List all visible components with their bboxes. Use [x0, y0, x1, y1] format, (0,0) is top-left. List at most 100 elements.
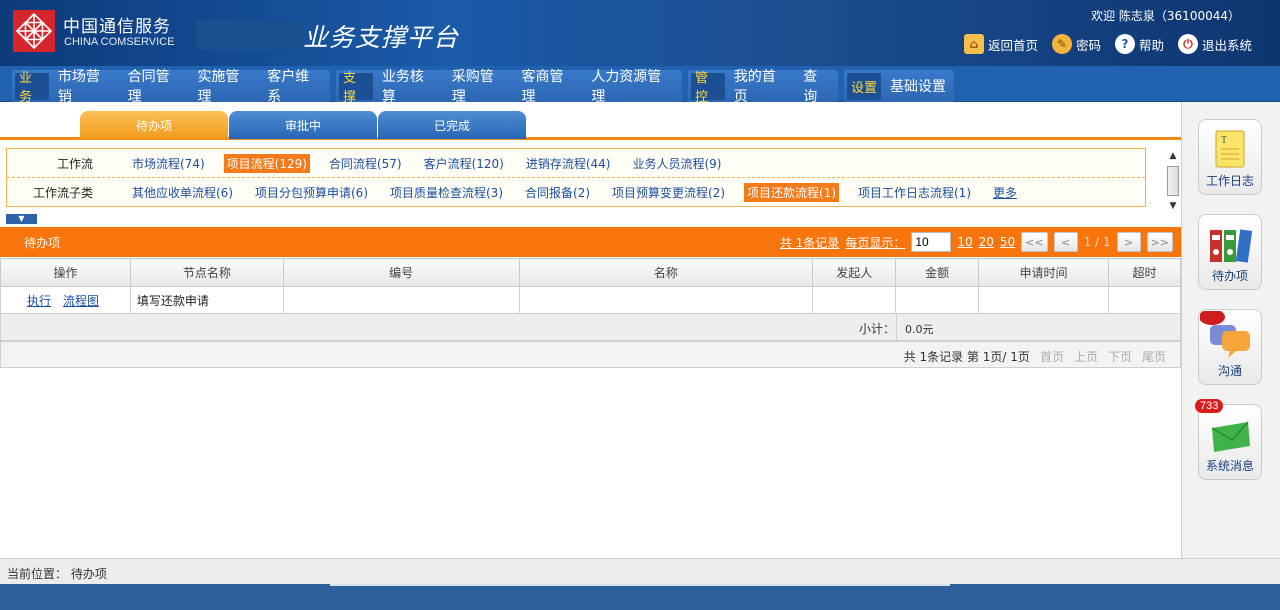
sidebar-label-pending: 待办项: [1211, 269, 1248, 283]
power-icon: ⏻: [1177, 34, 1198, 54]
flowchart-link[interactable]: 流程图: [63, 294, 99, 308]
col-header-apply-time[interactable]: 申请时间: [978, 258, 1109, 287]
binders-icon: [1210, 229, 1253, 263]
logo-english-name: CHINA COMSERVICE: [64, 36, 175, 48]
company-logo-icon: [13, 10, 55, 52]
filter-budget-change[interactable]: 项目预算变更流程(2): [609, 183, 728, 202]
col-header-name[interactable]: 名称: [518, 258, 814, 287]
bottom-next-page-link[interactable]: 下页: [1108, 348, 1132, 365]
collapse-toggle-icon[interactable]: ▼: [6, 214, 37, 224]
home-label: 返回首页: [987, 37, 1038, 53]
first-page-button[interactable]: <<: [1021, 232, 1048, 252]
nav-tag-business: 业务: [15, 71, 49, 105]
filter-project-flow[interactable]: 项目流程(129): [223, 153, 310, 173]
nav-item-contracts[interactable]: 合同管理: [121, 66, 191, 106]
amount-cell: [895, 286, 980, 314]
page-size-20[interactable]: 20: [979, 235, 994, 249]
svg-text:T: T: [1221, 135, 1227, 146]
workflow-subtype-label: 工作流子类: [32, 186, 93, 200]
nav-item-merchants[interactable]: 客商管理: [515, 66, 585, 106]
sidebar-item-pending[interactable]: 待办项: [1198, 214, 1262, 290]
key-icon: ✎: [1051, 34, 1072, 54]
nav-item-query[interactable]: 查询: [796, 66, 838, 106]
help-icon: ?: [1114, 34, 1135, 54]
col-header-node[interactable]: 节点名称: [129, 258, 284, 287]
bottom-pager-summary: 共 1条记录 第 1页/ 1页: [903, 350, 1030, 364]
filter-inventory-flow[interactable]: 进销存流程(44): [523, 154, 614, 173]
nav-item-my-home[interactable]: 我的首页: [727, 66, 796, 106]
filter-customer-flow[interactable]: 客户流程(120): [421, 154, 507, 173]
filter-repayment-flow[interactable]: 项目还款流程(1): [744, 183, 839, 202]
home-button[interactable]: ⌂ 返回首页: [963, 34, 1038, 54]
subtotal-divider: [896, 314, 897, 340]
execute-link[interactable]: 执行: [27, 294, 51, 308]
table-header-row: 操作 节点名称 编号 名称 发起人 金额 申请时间 超时: [0, 258, 1182, 287]
page-size-10[interactable]: 10: [957, 235, 972, 249]
logout-button[interactable]: ⏻ 退出系统: [1177, 34, 1252, 54]
filter-work-log-flow[interactable]: 项目工作日志流程(1): [855, 183, 974, 202]
sidebar-label-system-messages: 系统消息: [1205, 459, 1254, 473]
right-sidebar: T 工作日志 待办项 沟通 733 系统消息: [1181, 102, 1280, 558]
filter-contract-filing[interactable]: 合同报备(2): [522, 183, 593, 202]
password-button[interactable]: ✎ 密码: [1051, 34, 1101, 54]
notepad-icon: T: [1215, 130, 1245, 168]
nav-item-marketing[interactable]: 市场营销: [51, 66, 121, 106]
filter-contract-flow[interactable]: 合同流程(57): [326, 154, 405, 173]
footer-bar: [0, 584, 1280, 610]
welcome-text: 欢迎 陈志泉（36100044）: [1091, 9, 1240, 23]
bottom-last-page-link[interactable]: 尾页: [1142, 348, 1166, 365]
logout-label: 退出系统: [1201, 37, 1252, 53]
tab-in-approval[interactable]: 审批中: [229, 111, 377, 139]
logo-placeholder: [196, 20, 304, 50]
sidebar-item-system-messages[interactable]: 733 系统消息: [1195, 399, 1262, 480]
node-cell: 填写还款申请: [129, 286, 284, 314]
main-nav: 业务 市场营销 合同管理 实施管理 客户维系 支撑 业务核算 采购管理 客商管理…: [0, 66, 1280, 105]
timeout-cell: [1107, 286, 1182, 314]
filter-subcontract-budget[interactable]: 项目分包预算申请(6): [252, 183, 371, 202]
col-header-initiator[interactable]: 发起人: [812, 258, 897, 287]
col-header-timeout[interactable]: 超时: [1107, 258, 1182, 287]
nav-group-settings: 设置 基础设置: [844, 70, 954, 102]
nav-item-accounting[interactable]: 业务核算: [375, 66, 445, 106]
tab-completed[interactable]: 已完成: [378, 111, 526, 139]
nav-item-implementation[interactable]: 实施管理: [190, 66, 260, 106]
nav-item-customer-retention[interactable]: 客户维系: [260, 66, 330, 106]
help-button[interactable]: ? 帮助: [1114, 34, 1164, 54]
scroll-up-icon[interactable]: ▲: [1166, 150, 1180, 162]
filter-more-link[interactable]: 更多: [990, 183, 1020, 202]
nav-item-basic-settings[interactable]: 基础设置: [883, 76, 953, 96]
nav-tag-settings: 设置: [847, 72, 882, 100]
name-cell: [518, 286, 814, 314]
filter-other-receivable[interactable]: 其他应收单流程(6): [129, 183, 236, 202]
next-page-button[interactable]: >: [1116, 232, 1141, 252]
tab-pending[interactable]: 待办项: [80, 111, 228, 139]
nav-item-hr[interactable]: 人力资源管理: [584, 66, 682, 106]
col-header-action[interactable]: 操作: [0, 258, 131, 287]
subtotal-row: 小计： 0.0元: [0, 313, 1181, 341]
nav-item-procurement[interactable]: 采购管理: [445, 66, 515, 106]
filter-market-flow[interactable]: 市场流程(74): [129, 154, 208, 173]
bottom-first-page-link[interactable]: 首页: [1040, 348, 1064, 365]
list-title: 待办项: [24, 236, 61, 250]
col-header-code[interactable]: 编号: [282, 258, 520, 287]
bottom-prev-page-link[interactable]: 上页: [1074, 348, 1098, 365]
col-header-amount[interactable]: 金额: [895, 258, 980, 287]
per-page-input[interactable]: [911, 232, 952, 252]
nav-group-control: 管控 我的首页 查询: [688, 69, 838, 105]
page-size-50[interactable]: 50: [1000, 235, 1015, 249]
sidebar-label-communication: 沟通: [1217, 364, 1242, 378]
scroll-thumb[interactable]: [1167, 166, 1179, 196]
sidebar-item-communication[interactable]: 沟通: [1198, 309, 1262, 385]
filter-quality-check[interactable]: 项目质量检查流程(3): [387, 183, 506, 202]
status-bar: 当前位置： 待办项: [0, 558, 1280, 584]
sidebar-item-work-log[interactable]: T 工作日志: [1198, 119, 1262, 195]
scroll-down-icon[interactable]: ▼: [1166, 200, 1180, 212]
prev-page-button[interactable]: <: [1053, 232, 1078, 252]
top-pager: 共 1条记录 每页显示： 10 20 50 << < 1 / 1 > >>: [780, 232, 1173, 252]
filter-scrollbar[interactable]: ▲ ▼: [1166, 150, 1180, 218]
apply-time-cell: [978, 286, 1109, 314]
filter-staff-flow[interactable]: 业务人员流程(9): [629, 154, 724, 173]
initiator-cell: [812, 286, 897, 314]
subtotal-value: 0.0元: [905, 323, 934, 336]
last-page-button[interactable]: >>: [1146, 232, 1173, 252]
